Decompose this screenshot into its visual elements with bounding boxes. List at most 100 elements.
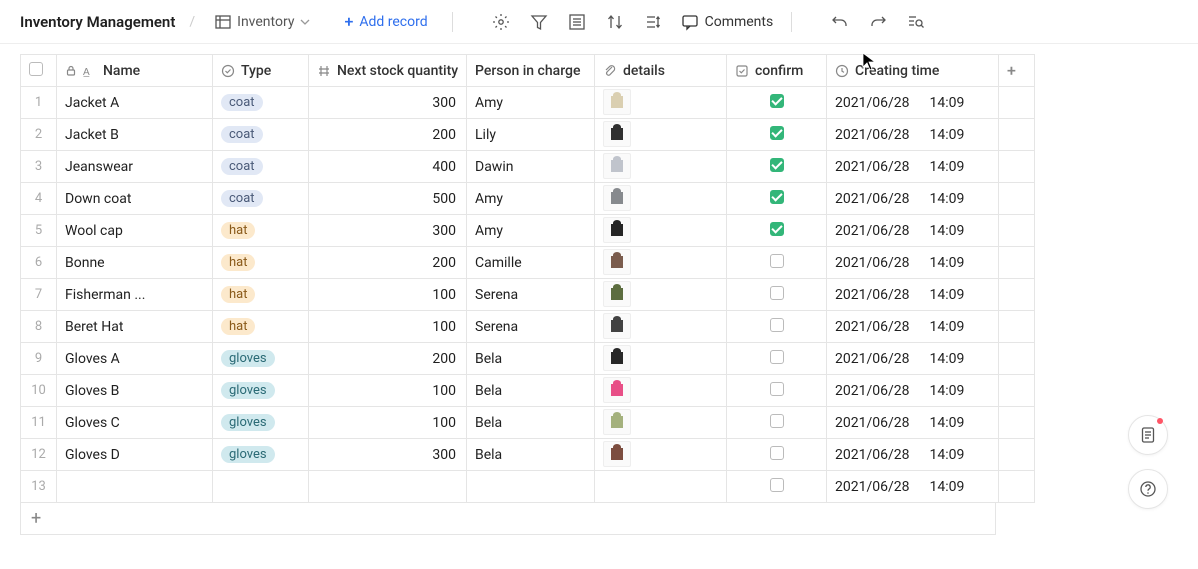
cell-qty[interactable] <box>309 471 467 503</box>
cell-time[interactable]: 2021/06/2814:09 <box>827 439 999 471</box>
confirm-checkbox[interactable] <box>770 286 784 300</box>
cell-confirm[interactable] <box>727 151 827 183</box>
cell-time[interactable]: 2021/06/2814:09 <box>827 87 999 119</box>
cell-person[interactable]: Lily <box>467 119 595 151</box>
confirm-checkbox[interactable] <box>770 414 784 428</box>
header-checkbox-cell[interactable] <box>21 55 57 87</box>
header-qty[interactable]: Next stock quantity <box>309 55 467 87</box>
cell-qty[interactable]: 200 <box>309 343 467 375</box>
cell-type[interactable]: coat <box>213 87 309 119</box>
cell-person[interactable]: Bela <box>467 375 595 407</box>
header-details[interactable]: details <box>595 55 727 87</box>
redo-button[interactable] <box>868 12 888 32</box>
header-name[interactable]: A̲ Name <box>57 55 213 87</box>
confirm-checkbox[interactable] <box>770 350 784 364</box>
cell-person[interactable]: Camille <box>467 247 595 279</box>
cell-confirm[interactable] <box>727 183 827 215</box>
cell-name[interactable]: Gloves A <box>57 343 213 375</box>
list-button[interactable] <box>567 12 587 32</box>
cell-time[interactable]: 2021/06/2814:09 <box>827 343 999 375</box>
table-row[interactable]: 6Bonnehat200Camille2021/06/2814:09 <box>21 247 1035 279</box>
cell-type[interactable]: coat <box>213 183 309 215</box>
header-time[interactable]: Creating time <box>827 55 999 87</box>
cell-details[interactable] <box>595 247 727 279</box>
cell-name[interactable]: Jacket B <box>57 119 213 151</box>
cell-person[interactable]: Bela <box>467 439 595 471</box>
comments-button[interactable]: Comments <box>681 13 774 31</box>
thumbnail[interactable] <box>603 377 631 403</box>
cell-name[interactable]: Fisherman ... <box>57 279 213 311</box>
thumbnail[interactable] <box>603 217 631 243</box>
confirm-checkbox[interactable] <box>770 254 784 268</box>
cell-details[interactable] <box>595 87 727 119</box>
table-row[interactable]: 4Down coatcoat500Amy2021/06/2814:09 <box>21 183 1035 215</box>
cell-qty[interactable]: 300 <box>309 439 467 471</box>
thumbnail[interactable] <box>603 345 631 371</box>
view-selector[interactable]: Inventory <box>209 10 316 34</box>
thumbnail[interactable] <box>603 153 631 179</box>
search-button[interactable] <box>906 12 926 32</box>
cell-name[interactable]: Gloves C <box>57 407 213 439</box>
cell-qty[interactable]: 300 <box>309 87 467 119</box>
cell-confirm[interactable] <box>727 375 827 407</box>
cell-time[interactable]: 2021/06/2814:09 <box>827 119 999 151</box>
sort-button[interactable] <box>605 12 625 32</box>
confirm-checkbox[interactable] <box>770 382 784 396</box>
cell-qty[interactable]: 100 <box>309 407 467 439</box>
add-column-button[interactable]: + <box>999 55 1035 87</box>
cell-confirm[interactable] <box>727 87 827 119</box>
cell-name[interactable]: Jeanswear <box>57 151 213 183</box>
cell-type[interactable]: hat <box>213 247 309 279</box>
cell-qty[interactable]: 100 <box>309 279 467 311</box>
thumbnail[interactable] <box>603 89 631 115</box>
table-row[interactable]: 10Gloves Bgloves100Bela2021/06/2814:09 <box>21 375 1035 407</box>
cell-name[interactable]: Wool cap <box>57 215 213 247</box>
cell-person[interactable] <box>467 471 595 503</box>
thumbnail[interactable] <box>603 121 631 147</box>
filter-button[interactable] <box>529 12 549 32</box>
table-row[interactable]: 3Jeanswearcoat400Dawin2021/06/2814:09 <box>21 151 1035 183</box>
table-row[interactable]: 8Beret Hathat100Serena2021/06/2814:09 <box>21 311 1035 343</box>
thumbnail[interactable] <box>603 441 631 467</box>
cell-confirm[interactable] <box>727 407 827 439</box>
cell-type[interactable]: hat <box>213 279 309 311</box>
table-row[interactable]: 11Gloves Cgloves100Bela2021/06/2814:09 <box>21 407 1035 439</box>
cell-type[interactable]: hat <box>213 215 309 247</box>
cell-confirm[interactable] <box>727 311 827 343</box>
header-person[interactable]: Person in charge <box>467 55 595 87</box>
cell-name[interactable] <box>57 471 213 503</box>
cell-person[interactable]: Serena <box>467 311 595 343</box>
undo-button[interactable] <box>830 12 850 32</box>
table-row[interactable]: 9Gloves Agloves200Bela2021/06/2814:09 <box>21 343 1035 375</box>
cell-time[interactable]: 2021/06/2814:09 <box>827 471 999 503</box>
cell-person[interactable]: Amy <box>467 183 595 215</box>
cell-confirm[interactable] <box>727 215 827 247</box>
cell-time[interactable]: 2021/06/2814:09 <box>827 151 999 183</box>
cell-details[interactable] <box>595 471 727 503</box>
cell-details[interactable] <box>595 311 727 343</box>
select-all-checkbox[interactable] <box>29 62 43 76</box>
cell-name[interactable]: Beret Hat <box>57 311 213 343</box>
confirm-checkbox[interactable] <box>770 478 784 492</box>
cell-type[interactable]: gloves <box>213 407 309 439</box>
cell-details[interactable] <box>595 215 727 247</box>
cell-qty[interactable]: 100 <box>309 375 467 407</box>
cell-name[interactable]: Gloves B <box>57 375 213 407</box>
cell-details[interactable] <box>595 151 727 183</box>
table-row[interactable]: 132021/06/2814:09 <box>21 471 1035 503</box>
cell-person[interactable]: Amy <box>467 215 595 247</box>
cell-type[interactable] <box>213 471 309 503</box>
thumbnail[interactable] <box>603 313 631 339</box>
cell-person[interactable]: Bela <box>467 407 595 439</box>
table-row[interactable]: 1Jacket Acoat300Amy2021/06/2814:09 <box>21 87 1035 119</box>
table-row[interactable]: 2Jacket Bcoat200Lily2021/06/2814:09 <box>21 119 1035 151</box>
cell-time[interactable]: 2021/06/2814:09 <box>827 311 999 343</box>
cell-details[interactable] <box>595 183 727 215</box>
cell-qty[interactable]: 200 <box>309 119 467 151</box>
cell-person[interactable]: Bela <box>467 343 595 375</box>
cell-type[interactable]: gloves <box>213 375 309 407</box>
cell-confirm[interactable] <box>727 119 827 151</box>
add-row-button[interactable]: + <box>20 503 996 535</box>
cell-time[interactable]: 2021/06/2814:09 <box>827 375 999 407</box>
cell-qty[interactable]: 400 <box>309 151 467 183</box>
